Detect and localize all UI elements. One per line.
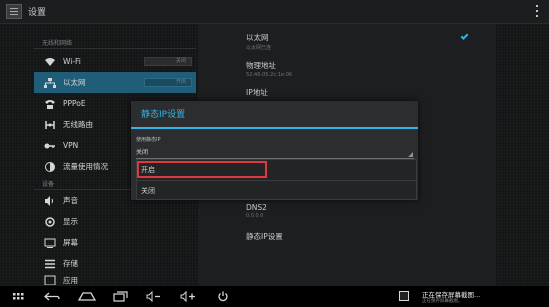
static-ip-field-label: 使用静态IP (136, 137, 161, 143)
static-ip-row[interactable]: 静态IP设置 (246, 231, 283, 242)
speaker-icon (44, 195, 56, 206)
sidebar-item-label: 屏幕 (63, 238, 78, 247)
screen-icon (44, 238, 56, 248)
sidebar-item-label: 流量使用情况 (63, 162, 108, 171)
wifi-icon (44, 57, 56, 67)
volume-up-icon[interactable] (180, 291, 196, 302)
sidebar-item-apps[interactable]: 应用 (34, 274, 196, 286)
apps-grid-icon[interactable] (13, 291, 24, 302)
dropdown-arrow-icon[interactable] (408, 152, 413, 157)
option-off[interactable]: 关闭 (137, 180, 416, 200)
sidebar-item-label: 无线路由 (63, 120, 93, 129)
sidebar-item-label: 显示 (63, 217, 78, 226)
dialog-title: 静态IP设置 (131, 101, 418, 129)
wifi-toggle[interactable]: 关闭 (144, 57, 192, 66)
sidebar-item-label: PPPoE (63, 99, 86, 108)
dns2-value: 0.0.0.0 (246, 213, 264, 219)
dns2-title: DNS2 (246, 203, 267, 212)
static-ip-title: 静态IP设置 (246, 232, 283, 241)
storage-icon (44, 259, 56, 269)
sidebar-item-ethernet[interactable]: 以太网 开启 (34, 72, 196, 93)
sidebar-item-label: 存储 (63, 259, 78, 268)
sidebar-item-display[interactable]: 显示 (34, 211, 196, 232)
router-icon (44, 120, 56, 130)
phone-icon (44, 99, 56, 109)
ip-title: IP地址 (246, 88, 268, 97)
section-wireless-header: 无线和网络 (34, 38, 196, 49)
sidebar-item-label: 声音 (63, 196, 78, 205)
key-icon (44, 141, 56, 151)
ethernet-title: 以太网 (246, 33, 269, 42)
brightness-icon (44, 216, 56, 227)
ethernet-icon (44, 77, 56, 88)
notification-subtitle: 正在保存屏幕截图。 (422, 299, 463, 304)
sidebar-item-wifi[interactable]: Wi-Fi 关闭 (34, 51, 196, 72)
check-icon[interactable] (460, 32, 469, 40)
home-icon[interactable] (78, 291, 96, 302)
sidebar-item-storage[interactable]: 存储 (34, 253, 196, 274)
sidebar-item-label: 以太网 (63, 78, 86, 87)
static-ip-spinner[interactable]: 关闭 (136, 147, 148, 156)
highlight-box (137, 161, 267, 178)
ethernet-row[interactable]: 以太网 以太网已连 (246, 32, 271, 51)
mac-row: 物理地址 52:46:05:2c:1e:06 (246, 60, 292, 78)
ethernet-toggle[interactable]: 开启 (144, 78, 192, 87)
mac-title: 物理地址 (246, 61, 276, 70)
settings-app-icon[interactable] (6, 4, 22, 19)
pie-icon (44, 161, 56, 172)
sidebar-item-screen[interactable]: 屏幕 (34, 232, 196, 253)
apps-icon (44, 275, 56, 286)
screenshot-notification-icon[interactable] (399, 291, 409, 301)
app-title: 设置 (28, 8, 47, 18)
dns2-row: DNS2 0.0.0.0 (246, 203, 267, 219)
back-icon[interactable] (44, 291, 60, 302)
ip-row: IP地址 (246, 87, 268, 98)
recent-apps-icon[interactable] (113, 291, 129, 302)
sidebar-item-label: VPN (63, 141, 79, 150)
sidebar-item-label: Wi-Fi (63, 57, 81, 66)
action-bar: 设置 (0, 0, 549, 24)
overflow-menu-icon[interactable] (536, 5, 539, 18)
volume-down-icon[interactable] (146, 291, 162, 302)
ethernet-status: 以太网已连 (246, 45, 272, 51)
power-icon[interactable] (217, 291, 229, 302)
mac-value: 52:46:05:2c:1e:06 (246, 72, 293, 78)
sidebar-item-label: 应用 (63, 275, 78, 285)
navigation-bar: 正在保存屏幕截图... 正在保存屏幕截图。 (0, 286, 549, 307)
